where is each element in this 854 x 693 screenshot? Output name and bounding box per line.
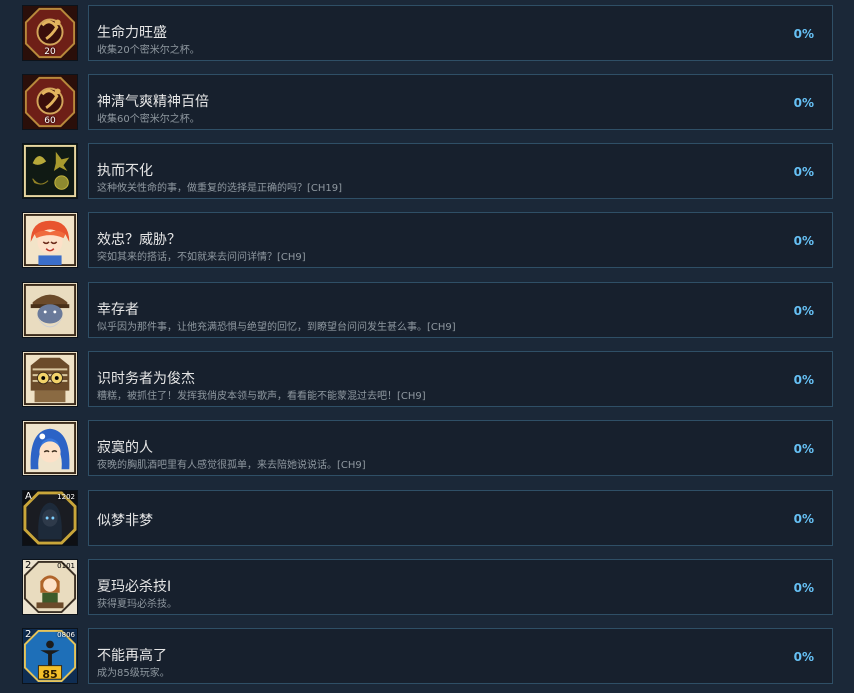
card-corner-left: 2 — [25, 560, 32, 571]
achievement-panel: 效忠？威胁？ 突如其来的搭话，不如就来去问问详情？[CH9] 0% — [88, 212, 833, 268]
card-corner-right: 0806 — [57, 631, 75, 639]
achievement-panel: 神清气爽精神百倍 收集60个密米尔之杯。 0% — [88, 74, 833, 130]
achievement-row[interactable]: 识时务者为俊杰 糟糕，被抓住了！发挥我俏皮本领与歌声，看看能不能蒙混过去吧！[C… — [0, 351, 854, 409]
badge-number: 60 — [44, 116, 56, 126]
cup-achievement-icon: 60 — [22, 74, 78, 130]
card-character-icon: 2 0101 — [22, 559, 78, 615]
achievement-percent: 0% — [793, 96, 814, 110]
achievement-percent: 0% — [793, 581, 814, 595]
achievement-desc: 夜晚的胸肌酒吧里有人感觉很孤单，来去陪她说说话。[CH9] — [97, 460, 366, 471]
achievement-percent: 0% — [793, 650, 814, 664]
character-portrait-icon — [22, 212, 78, 268]
achievement-percent: 0% — [793, 27, 814, 41]
achievement-percent: 0% — [793, 304, 814, 318]
cup-achievement-icon: 20 — [22, 5, 78, 61]
badge-number: 20 — [44, 47, 56, 57]
old-man-portrait-icon — [22, 282, 78, 338]
achievement-desc: 突如其来的搭话，不如就来去问问详情？[CH9] — [97, 252, 306, 263]
achievement-percent: 0% — [793, 165, 814, 179]
card-shadow-icon: A 1202 — [22, 490, 78, 546]
achievement-panel: 执而不化 这种攸关性命的事，做重复的选择是正确的吗？[CH19] 0% — [88, 143, 833, 199]
card-corner-left: A — [25, 491, 32, 502]
achievement-panel: 识时务者为俊杰 糟糕，被抓住了！发挥我俏皮本领与歌声，看看能不能蒙混过去吧！[C… — [88, 351, 833, 407]
achievement-panel: 似梦非梦 0% — [88, 490, 833, 546]
achievement-desc: 获得夏玛必杀技。 — [97, 599, 177, 610]
achievement-title: 神清气爽精神百倍 — [97, 94, 209, 110]
achievement-title: 识时务者为俊杰 — [97, 371, 195, 387]
achievement-desc: 这种攸关性命的事，做重复的选择是正确的吗？[CH19] — [97, 183, 343, 194]
achievement-title: 不能再高了 — [97, 648, 167, 664]
achievement-row[interactable]: A 1202 似梦非梦 0% — [0, 490, 854, 548]
achievement-row[interactable]: 20 生命力旺盛 收集20个密米尔之杯。 0% — [0, 5, 854, 63]
achievement-panel: 寂寞的人 夜晚的胸肌酒吧里有人感觉很孤单，来去陪她说说话。[CH9] 0% — [88, 420, 833, 476]
achievement-percent: 0% — [793, 442, 814, 456]
achievement-row[interactable]: 2 0806 85 不能再高了 成为85级玩家。 0% — [0, 628, 854, 686]
achievement-row[interactable]: 效忠？威胁？ 突如其来的搭话，不如就来去问问详情？[CH9] 0% — [0, 212, 854, 270]
achievement-percent: 0% — [793, 234, 814, 248]
achievement-title: 夏玛必杀技I — [97, 579, 172, 595]
achievement-panel: 夏玛必杀技I 获得夏玛必杀技。 0% — [88, 559, 833, 615]
achievement-desc: 收集20个密米尔之杯。 — [97, 45, 200, 56]
achievement-row[interactable]: 幸存者 似乎因为那件事，让他充满恐惧与绝望的回忆，到瞭望台问问发生甚么事。[CH… — [0, 282, 854, 340]
achievement-title: 效忠？威胁？ — [97, 232, 181, 248]
achievement-title: 执而不化 — [97, 163, 153, 179]
level-card-icon: 2 0806 85 — [22, 628, 78, 684]
achievement-row[interactable]: 60 神清气爽精神百倍 收集60个密米尔之杯。 0% — [0, 74, 854, 132]
achievement-row[interactable]: 寂寞的人 夜晚的胸肌酒吧里有人感觉很孤单，来去陪她说说话。[CH9] 0% — [0, 420, 854, 478]
blue-hair-portrait-icon — [22, 420, 78, 476]
achievement-title: 生命力旺盛 — [97, 25, 167, 41]
achievement-desc: 似乎因为那件事，让他充满恐惧与绝望的回忆，到瞭望台问问发生甚么事。[CH9] — [97, 322, 456, 333]
leaves-achievement-icon — [22, 143, 78, 199]
achievement-desc: 成为85级玩家。 — [97, 668, 170, 679]
achievement-title: 幸存者 — [97, 302, 139, 318]
achievement-desc: 收集60个密米尔之杯。 — [97, 114, 200, 125]
achievement-row[interactable]: 执而不化 这种攸关性命的事，做重复的选择是正确的吗？[CH19] 0% — [0, 143, 854, 201]
achievement-percent: 0% — [793, 512, 814, 526]
card-corner-right: 0101 — [57, 562, 75, 570]
achievement-panel: 幸存者 似乎因为那件事，让他充满恐惧与绝望的回忆，到瞭望台问问发生甚么事。[CH… — [88, 282, 833, 338]
achievement-title: 似梦非梦 — [97, 513, 153, 529]
achievement-title: 寂寞的人 — [97, 440, 153, 456]
achievement-desc: 糟糕，被抓住了！发挥我俏皮本领与歌声，看看能不能蒙混过去吧！[CH9] — [97, 391, 426, 402]
owl-portrait-icon — [22, 351, 78, 407]
achievement-panel: 生命力旺盛 收集20个密米尔之杯。 0% — [88, 5, 833, 61]
card-corner-left: 2 — [25, 629, 32, 640]
card-corner-right: 1202 — [57, 493, 75, 501]
achievement-row[interactable]: 2 0101 夏玛必杀技I 获得夏玛必杀技。 0% — [0, 559, 854, 617]
achievement-panel: 不能再高了 成为85级玩家。 0% — [88, 628, 833, 684]
level-number: 85 — [42, 668, 58, 681]
achievement-percent: 0% — [793, 373, 814, 387]
